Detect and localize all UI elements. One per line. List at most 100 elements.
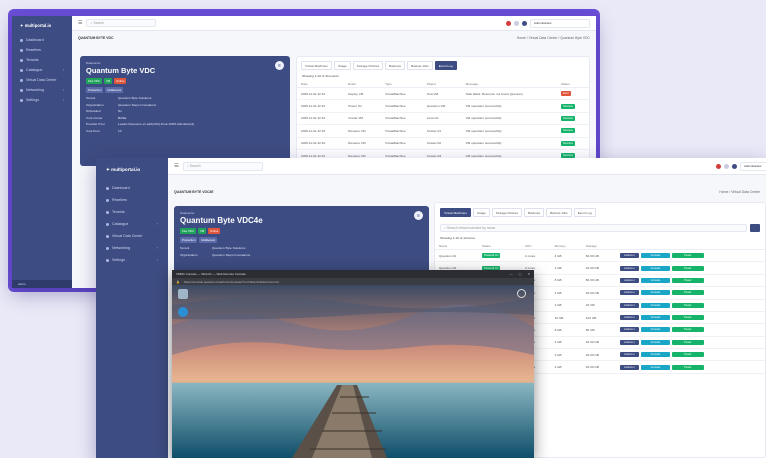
sidebar-item[interactable]: Virtual Data Center: [12, 75, 72, 85]
console-titlebar[interactable]: VMRC Console — Web-01 — Web Remote Conso…: [172, 270, 534, 278]
console-button[interactable]: Console: [640, 290, 671, 296]
actions-dropdown[interactable]: Actions ▾: [620, 352, 639, 358]
user-menu[interactable]: Administrator: [740, 161, 766, 171]
tab-item[interactable]: Event Log: [434, 61, 457, 70]
tab-item[interactable]: Storage Policies: [352, 61, 384, 70]
sidebar-item[interactable]: Networking ›: [12, 85, 72, 95]
power-button[interactable]: Power: [672, 352, 704, 358]
column-header[interactable]: CPU: [521, 242, 551, 250]
moon-icon[interactable]: [732, 163, 737, 169]
sidebar-item[interactable]: Catalogue ›: [12, 65, 72, 75]
grid-icon[interactable]: [724, 163, 729, 169]
actions-dropdown[interactable]: Actions ▾: [620, 277, 639, 283]
recycle-bin-icon[interactable]: [178, 289, 188, 299]
tab-item[interactable]: Backups: [385, 61, 406, 70]
sidebar-item[interactable]: Dashboard: [96, 182, 168, 194]
sidebar-item[interactable]: Resellers: [96, 194, 168, 206]
sidebar-item[interactable]: Tenants: [96, 206, 168, 218]
menu-toggle-icon[interactable]: ☰: [78, 20, 82, 26]
actions-dropdown[interactable]: Actions ▾: [620, 302, 639, 308]
power-button[interactable]: Power: [672, 265, 704, 271]
console-button[interactable]: Console: [640, 302, 671, 308]
vdc-menu-button[interactable]: ≡: [275, 61, 284, 70]
tab-item[interactable]: Event Log: [573, 208, 596, 217]
column-header[interactable]: Memory: [550, 242, 582, 250]
column-header[interactable]: Date: [297, 80, 345, 88]
power-button[interactable]: Power: [672, 290, 704, 296]
actions-dropdown[interactable]: Actions ▾: [620, 339, 639, 345]
app-logo[interactable]: ✦ multiportal.io: [96, 158, 168, 182]
column-header[interactable]: Object: [422, 80, 462, 88]
power-button[interactable]: Power: [672, 277, 704, 283]
menu-toggle-icon[interactable]: ☰: [174, 163, 179, 169]
tab-item[interactable]: Virtual Machines: [301, 61, 332, 70]
actions-dropdown[interactable]: Actions ▾: [620, 290, 639, 296]
sidebar-item[interactable]: Settings ›: [12, 95, 72, 105]
column-header[interactable]: Name: [435, 242, 478, 250]
remote-desktop[interactable]: [172, 285, 534, 458]
sidebar-item[interactable]: Resellers: [12, 45, 72, 55]
flag-icon[interactable]: [716, 163, 721, 169]
power-button[interactable]: Power: [672, 253, 704, 259]
sidebar-item[interactable]: Catalogue ›: [96, 218, 168, 230]
sidebar-item[interactable]: Dashboard: [12, 35, 72, 45]
console-button[interactable]: Console: [640, 339, 671, 345]
tab-item[interactable]: Backup Jobs: [546, 208, 572, 217]
console-settings-icon[interactable]: [517, 289, 526, 298]
column-header[interactable]: Event: [344, 80, 382, 88]
console-button[interactable]: Console: [640, 315, 671, 321]
edge-browser-icon[interactable]: [178, 307, 188, 317]
breadcrumb[interactable]: Home / Virtual Data Center: [719, 190, 760, 194]
remote-console-window[interactable]: VMRC Console — Web-01 — Web Remote Conso…: [172, 270, 534, 458]
sidebar-item[interactable]: Networking ›: [96, 242, 168, 254]
vm-name[interactable]: Quantum-01: [435, 249, 478, 263]
search-button[interactable]: [750, 224, 760, 232]
column-header[interactable]: Status: [477, 242, 521, 250]
tab-item[interactable]: Virtual Machines: [440, 208, 471, 217]
sidebar-item[interactable]: Settings ›: [96, 254, 168, 266]
console-address-bar[interactable]: 🔒 https://console.quantum.local/vmrc/con…: [172, 278, 534, 285]
console-button[interactable]: Console: [640, 253, 671, 259]
moon-icon[interactable]: [522, 20, 527, 26]
column-header[interactable]: Storage: [581, 242, 617, 250]
app-logo[interactable]: ✦ multiportal.io: [12, 16, 72, 35]
console-button[interactable]: Console: [640, 327, 671, 333]
actions-dropdown[interactable]: Actions ▾: [620, 327, 639, 333]
console-button[interactable]: Console: [640, 352, 671, 358]
vm-search-input[interactable]: ⌕ Search virtual machine by name: [440, 224, 747, 232]
power-button[interactable]: Power: [672, 339, 704, 345]
sidebar-item[interactable]: Tenants: [12, 55, 72, 65]
column-header[interactable]: Status: [557, 80, 589, 88]
power-button[interactable]: Power: [672, 327, 704, 333]
actions-dropdown[interactable]: Actions ▾: [620, 265, 639, 271]
user-menu[interactable]: Administrator: [530, 18, 590, 28]
search-input[interactable]: ⌕ Search: [182, 161, 263, 171]
power-button[interactable]: Power: [672, 315, 704, 321]
maximize-icon[interactable]: ▢: [519, 272, 522, 276]
tab-item[interactable]: Usage: [333, 61, 351, 70]
column-header[interactable]: Type: [381, 80, 423, 88]
table-row[interactable]: 2025-11-01 22:10 Rename VM VirtualMachine C…: [297, 124, 589, 138]
grid-icon[interactable]: [514, 20, 519, 26]
console-button[interactable]: Console: [640, 265, 671, 271]
actions-dropdown[interactable]: Actions ▾: [620, 253, 639, 259]
close-icon[interactable]: ✕: [527, 272, 530, 276]
actions-dropdown[interactable]: Actions ▾: [620, 315, 639, 321]
table-row[interactable]: 2025-11-01 22:10 Deploy VM VirtualMachine T…: [297, 87, 589, 101]
table-row[interactable]: 2025-11-01 22:10 Rename VM VirtualMachine C…: [297, 137, 589, 150]
tab-item[interactable]: Backup Jobs: [407, 61, 433, 70]
breadcrumb[interactable]: Home / Virtual Data Center / Quantum Byt…: [517, 36, 590, 40]
search-input[interactable]: ⌕ Search: [86, 19, 157, 27]
tab-item[interactable]: Usage: [472, 208, 490, 217]
table-row[interactable]: Quantum-01 Powered On 2 cores 4 GB 60.00 GB A…: [435, 249, 765, 263]
power-button[interactable]: Power: [672, 364, 704, 370]
tab-item[interactable]: Backups: [524, 208, 545, 217]
actions-dropdown[interactable]: Actions ▾: [620, 364, 639, 370]
console-button[interactable]: Console: [640, 364, 671, 370]
tab-item[interactable]: Storage Policies: [491, 208, 523, 217]
table-row[interactable]: 2025-11-01 22:10 Create VM VirtualMachine L…: [297, 112, 589, 126]
minimize-icon[interactable]: —: [510, 272, 513, 276]
sidebar-item[interactable]: Virtual Data Center: [96, 230, 168, 242]
column-header[interactable]: Message: [461, 80, 557, 88]
table-row[interactable]: 2025-11-01 22:10 Power On VirtualMachine Qu…: [297, 99, 589, 113]
